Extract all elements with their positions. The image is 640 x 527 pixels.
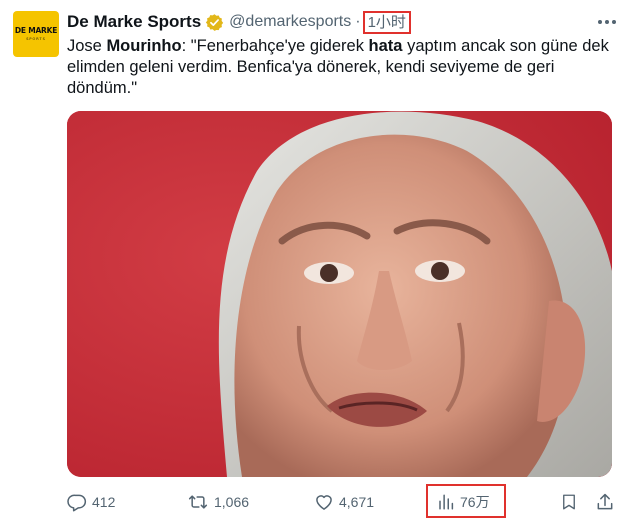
handle[interactable]: @demarkesports bbox=[229, 13, 351, 31]
bookmark-button[interactable] bbox=[560, 480, 578, 524]
like-count: 4,671 bbox=[339, 494, 375, 510]
display-name[interactable]: De Marke Sports bbox=[67, 12, 201, 32]
avatar-logo-text: DE MARKE bbox=[14, 26, 58, 36]
repost-icon bbox=[187, 492, 209, 512]
tweet-actions: 412 1,066 4,671 76万 bbox=[67, 480, 623, 524]
tweet-text-speaker-prefix: Jose bbox=[67, 37, 107, 55]
like-button[interactable]: 4,671 bbox=[314, 480, 374, 524]
tweet-text-part1: : "Fenerbahçe'ye giderek bbox=[181, 37, 369, 55]
bookmark-icon bbox=[560, 492, 578, 512]
reply-count: 412 bbox=[92, 494, 116, 510]
reply-button[interactable]: 412 bbox=[67, 480, 115, 524]
reply-icon bbox=[67, 492, 87, 512]
like-icon bbox=[314, 492, 334, 512]
verified-badge-icon bbox=[205, 13, 224, 32]
share-icon bbox=[595, 492, 615, 512]
tweet-photo[interactable] bbox=[67, 111, 612, 477]
tweet: DE MARKE SPORTS De Marke Sports @demarke… bbox=[0, 0, 640, 527]
views-count: 76万 bbox=[460, 494, 490, 510]
tweet-text: Jose Mourinho: "Fenerbahçe'ye giderek ha… bbox=[67, 36, 623, 99]
tweet-text-speaker-bold: Mourinho bbox=[106, 37, 182, 55]
separator-dot: · bbox=[355, 13, 361, 30]
tweet-text-bold: hata bbox=[368, 37, 403, 55]
more-icon[interactable] bbox=[596, 12, 618, 32]
timestamp[interactable]: 1小时 bbox=[362, 10, 411, 34]
avatar-logo-subtext: SPORTS bbox=[26, 36, 46, 41]
tweet-header: De Marke Sports @demarkesports · 1小时 bbox=[67, 10, 411, 34]
repost-button[interactable]: 1,066 bbox=[187, 480, 249, 524]
views-icon bbox=[437, 493, 455, 511]
avatar[interactable]: DE MARKE SPORTS bbox=[13, 11, 59, 57]
share-button[interactable] bbox=[595, 480, 615, 524]
repost-count: 1,066 bbox=[214, 494, 250, 510]
views-button[interactable]: 76万 bbox=[437, 480, 490, 524]
